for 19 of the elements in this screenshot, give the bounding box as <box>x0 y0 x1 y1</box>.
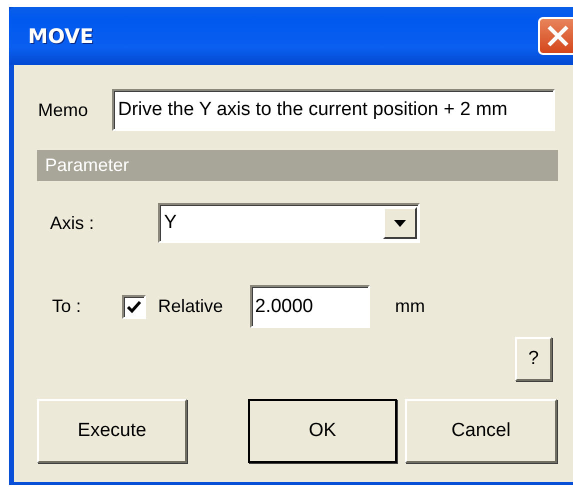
window-title: MOVE <box>27 23 95 50</box>
relative-checkbox[interactable] <box>122 294 146 318</box>
close-button[interactable] <box>538 17 573 55</box>
distance-field[interactable]: 2.0000 <box>250 285 370 328</box>
close-icon <box>545 23 571 49</box>
dialog-button[interactable]: OK <box>248 399 397 463</box>
checkmark-icon <box>127 300 141 312</box>
to-label: To : <box>51 295 82 318</box>
axis-dropdown[interactable]: Y <box>158 203 420 243</box>
dialog-button[interactable]: Execute <box>37 399 187 463</box>
memo-field[interactable]: Drive the Y axis to the current position + 2 mm <box>112 89 555 131</box>
section-header: Parameter <box>37 150 558 181</box>
relative-label: Relative <box>158 295 224 318</box>
help-button[interactable]: ? <box>515 337 552 381</box>
axis-label: Axis : <box>49 212 96 234</box>
memo-label: Memo <box>37 98 90 122</box>
dialog-button[interactable]: Cancel <box>405 399 557 463</box>
unit-label: mm <box>395 295 425 318</box>
dropdown-arrow-icon <box>394 220 406 226</box>
